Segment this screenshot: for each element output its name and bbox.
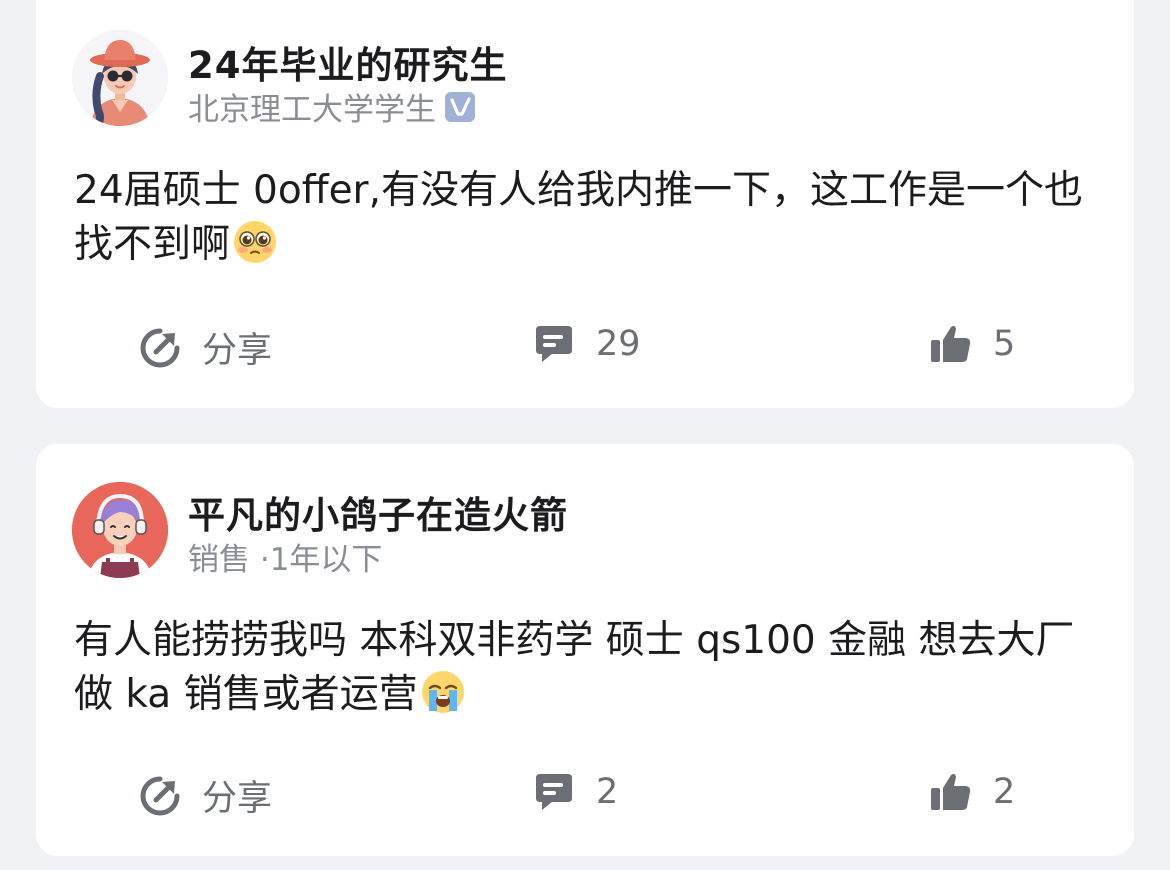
author-job: 销售 ·1年以下: [188, 542, 383, 578]
share-label: 分享: [202, 779, 273, 819]
avatar-headphones-purple-hair-icon: [72, 482, 168, 578]
share-icon: [138, 326, 182, 370]
post-card[interactable]: 平凡的小鸽子在造火箭 销售 ·1年以下 有人能捞捞我吗 本科双非药学 硕士 qs…: [36, 444, 1134, 856]
post-text: 24届硕士 0offer,有没有人给我内推一下，这工作是一个也找不到啊: [74, 168, 1083, 267]
comment-count: 2: [596, 772, 619, 812]
avatar[interactable]: [72, 482, 168, 578]
avatar[interactable]: [72, 30, 168, 126]
comment-button[interactable]: 2: [532, 770, 618, 814]
comment-count: 29: [596, 324, 641, 364]
like-count: 5: [993, 324, 1016, 364]
author-subtitle: 北京理工大学学生: [188, 84, 476, 129]
avatar-girl-sunglasses-icon: [72, 30, 168, 126]
author-name[interactable]: 24年毕业的研究生: [188, 35, 508, 89]
like-button[interactable]: 2: [929, 770, 1015, 814]
post-content[interactable]: 24届硕士 0offer,有没有人给我内推一下，这工作是一个也找不到啊: [74, 164, 1094, 272]
share-label: 分享: [202, 331, 273, 371]
like-button[interactable]: 5: [929, 322, 1015, 366]
post-content[interactable]: 有人能捞捞我吗 本科双非药学 硕士 qs100 金融 想去大厂做 ka 销售或者…: [74, 614, 1094, 722]
post-text: 有人能捞捞我吗 本科双非药学 硕士 qs100 金融 想去大厂做 ka 销售或者…: [74, 618, 1075, 717]
share-button[interactable]: 分享: [138, 770, 272, 821]
author-name[interactable]: 平凡的小鸽子在造火箭: [188, 485, 568, 539]
comment-icon: [532, 770, 576, 814]
pleading-face-emoji-icon: [232, 219, 278, 265]
author-subtitle: 销售 ·1年以下: [188, 534, 382, 579]
comment-button[interactable]: 29: [532, 322, 641, 366]
comment-icon: [532, 322, 576, 366]
verified-badge-icon: [444, 91, 476, 123]
author-school: 北京理工大学学生: [188, 92, 436, 128]
post-card[interactable]: 24年毕业的研究生 北京理工大学学生 24届硕士 0offer,有没有人给我内推…: [36, 0, 1134, 408]
share-icon: [138, 774, 182, 818]
thumbs-up-icon: [929, 770, 973, 814]
thumbs-up-icon: [929, 322, 973, 366]
share-button[interactable]: 分享: [138, 322, 272, 373]
like-count: 2: [993, 772, 1016, 812]
loudly-crying-face-emoji-icon: [420, 669, 466, 715]
